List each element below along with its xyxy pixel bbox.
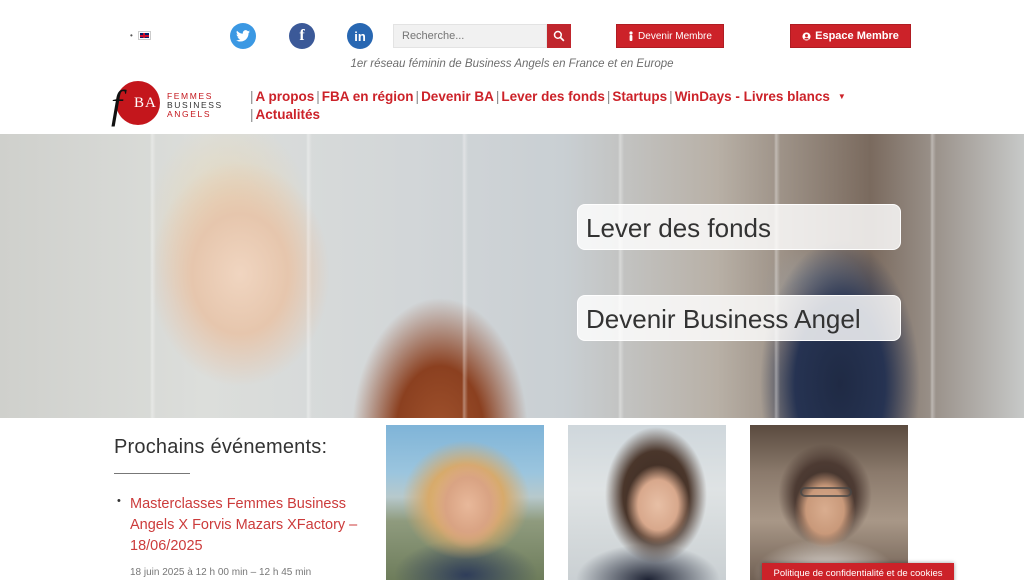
become-member-button[interactable]: Devenir Membre — [616, 24, 724, 48]
nav-item-a-propos[interactable]: A propos — [256, 88, 315, 106]
logo-wordmark: FEMMES BUSINESS ANGELS — [167, 90, 223, 119]
become-member-label: Devenir Membre — [638, 30, 712, 42]
member-photo[interactable] — [568, 425, 726, 580]
nav-item-lever-des-fonds[interactable]: Lever des fonds — [501, 88, 605, 106]
language-bullet: • — [130, 31, 133, 40]
tagline: 1er réseau féminin de Business Angels en… — [350, 58, 674, 70]
member-space-label: Espace Membre — [815, 30, 899, 42]
hero-cta-raise-funds[interactable]: Lever des fonds — [577, 204, 901, 250]
site-logo[interactable]: f BA FEMMES BUSINESS ANGELS — [111, 81, 223, 129]
list-item: Masterclasses Femmes Business Angels X F… — [117, 494, 376, 578]
nav-item-windays[interactable]: WinDays - Livres blancs — [675, 88, 830, 106]
member-photo[interactable] — [386, 425, 544, 580]
main-nav: | A propos | FBA en région | Devenir BA | Le… — [250, 88, 846, 124]
events-heading: Prochains événements: — [114, 436, 328, 458]
user-circle-icon — [802, 31, 811, 41]
hero-cta-become-angel[interactable]: Devenir Business Angel — [577, 295, 901, 341]
hero-image — [0, 134, 1024, 418]
heading-divider — [114, 473, 190, 474]
events-list: Masterclasses Femmes Business Angels X F… — [114, 494, 376, 578]
top-bar: • f in Devenir Membre Espace Membre — [0, 0, 1024, 56]
member-photo[interactable] — [750, 425, 908, 580]
hero-banner: Lever des fonds Devenir Business Angel — [0, 134, 1024, 418]
cookie-policy-link[interactable]: Politique de confidentialité et de cooki… — [762, 563, 954, 580]
event-link[interactable]: Masterclasses Femmes Business Angels X F… — [130, 494, 376, 557]
person-icon — [629, 31, 633, 41]
nav-item-devenir-ba[interactable]: Devenir BA — [421, 88, 494, 106]
search-form — [393, 24, 571, 48]
linkedin-icon[interactable]: in — [347, 23, 373, 49]
uk-flag-icon[interactable] — [137, 31, 151, 40]
nav-item-fba-en-region[interactable]: FBA en région — [322, 88, 414, 106]
nav-item-startups[interactable]: Startups — [612, 88, 667, 106]
member-space-button[interactable]: Espace Membre — [790, 24, 911, 48]
search-input[interactable] — [393, 24, 547, 48]
search-icon — [553, 30, 565, 42]
chevron-down-icon[interactable]: ▼ — [838, 88, 846, 106]
upcoming-events: Prochains événements: Masterclasses Femm… — [114, 436, 376, 578]
event-date: 18 juin 2025 à 12 h 00 min – 12 h 45 min — [130, 567, 312, 578]
twitter-icon[interactable] — [230, 23, 256, 49]
language-switcher[interactable]: • — [130, 31, 151, 40]
search-button[interactable] — [547, 24, 571, 48]
nav-item-actualites[interactable]: Actualités — [256, 106, 321, 124]
logo-mark: f BA — [111, 81, 162, 129]
facebook-icon[interactable]: f — [289, 23, 315, 49]
